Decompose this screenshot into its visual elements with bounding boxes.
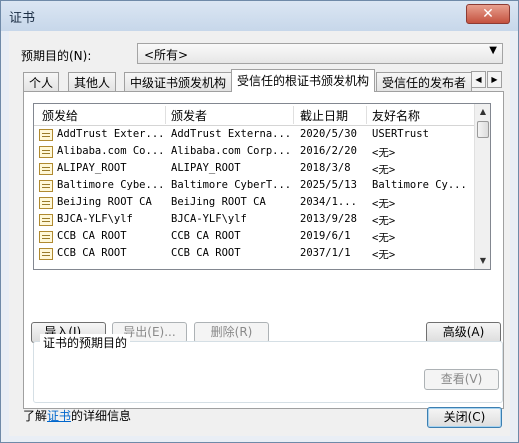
cell-issuer: ALIPAY_ROOT (171, 162, 241, 174)
certificate-icon (39, 129, 53, 141)
certificate-icon (39, 231, 53, 243)
cell-issuer: CCB CA ROOT (171, 247, 241, 259)
title-bar: 证书 ✕ (1, 1, 518, 31)
tab-other-people[interactable]: 其他人 (68, 72, 117, 91)
table-row[interactable]: AddTrust Exter... AddTrust Externa... 20… (34, 127, 474, 144)
tab-intermediate-ca[interactable]: 中级证书颁发机构 (124, 72, 233, 91)
cell-issued-to: BeiJing ROOT CA (57, 196, 152, 208)
certificate-icon (39, 248, 53, 260)
cell-issuer: BeiJing ROOT CA (171, 196, 266, 208)
scroll-up-icon[interactable]: ▲ (475, 104, 490, 120)
certificate-icon (39, 146, 53, 158)
learn-more-prefix: 了解 (23, 409, 48, 423)
cell-friendly-name: <无> (372, 198, 396, 210)
certificate-purposes-group: 证书的预期目的 查看(V) (33, 334, 503, 403)
tab-personal[interactable]: 个人 (23, 72, 60, 91)
learn-more-text: 了解证书的详细信息 (23, 407, 131, 424)
cell-friendly-name: <无> (372, 147, 396, 159)
cell-issuer: Alibaba.com Corp... (171, 145, 291, 157)
intended-purpose-dropdown[interactable]: <所有> ▼ (137, 43, 503, 64)
tab-scroll-left-icon[interactable]: ◀ (471, 71, 486, 88)
chevron-down-icon: ▼ (489, 45, 497, 56)
cell-issued-to: Baltimore Cybe... (57, 179, 165, 191)
cell-issued-to: BJCA-YLF\ylf (57, 213, 133, 225)
certificates-link[interactable]: 证书 (47, 409, 71, 423)
column-expiration[interactable]: 截止日期 (300, 107, 348, 124)
certificate-list[interactable]: 颁发给 颁发者 截止日期 友好名称 AddTrust Exter... AddT… (33, 103, 491, 270)
list-scrollbar[interactable]: ▲ ▼ (474, 104, 490, 269)
cell-issued-to: AddTrust Exter... (57, 128, 165, 140)
remove-button[interactable]: 删除(R) (194, 322, 269, 343)
scroll-down-icon[interactable]: ▼ (475, 253, 490, 269)
certificate-icon (39, 197, 53, 209)
cell-friendly-name: <无> (372, 232, 396, 244)
tab-trusted-publishers[interactable]: 受信任的发布者 (376, 72, 473, 91)
list-rows: AddTrust Exter... AddTrust Externa... 20… (34, 127, 474, 263)
certificates-dialog: 证书 ✕ 预期目的(N): <所有> ▼ 个人 其他人 中级证书颁发机构 受信任… (0, 0, 519, 443)
store-tabs: 个人 其他人 中级证书颁发机构 受信任的根证书颁发机构 受信任的发布者 ◀ ▶ (23, 69, 503, 92)
table-row[interactable]: CCB CA ROOT CCB CA ROOT 2037/1/1 <无> (34, 246, 474, 263)
cell-expiration: 2019/6/1 (300, 230, 351, 242)
advanced-button[interactable]: 高级(A) (426, 322, 501, 343)
cell-issued-to: Alibaba.com Co... (57, 145, 165, 157)
window-title: 证书 (9, 11, 36, 26)
cell-expiration: 2018/3/8 (300, 162, 351, 174)
column-issued-to[interactable]: 颁发给 (42, 107, 78, 124)
cell-friendly-name: Baltimore Cy... (372, 179, 467, 191)
table-row[interactable]: Baltimore Cybe... Baltimore CyberT... 20… (34, 178, 474, 195)
column-issuer[interactable]: 颁发者 (171, 107, 207, 124)
tab-scroll-right-icon[interactable]: ▶ (487, 71, 502, 88)
cell-issuer: Baltimore CyberT... (171, 179, 291, 191)
cell-issuer: BJCA-YLF\ylf (171, 213, 247, 225)
learn-more-suffix: 的详细信息 (71, 409, 132, 423)
window-close-button[interactable]: ✕ (466, 4, 510, 24)
cell-expiration: 2020/5/30 (300, 128, 357, 140)
table-row[interactable]: BJCA-YLF\ylf BJCA-YLF\ylf 2013/9/28 <无> (34, 212, 474, 229)
dialog-content: 预期目的(N): <所有> ▼ 个人 其他人 中级证书颁发机构 受信任的根证书颁… (9, 31, 510, 436)
tab-panel: 颁发给 颁发者 截止日期 友好名称 AddTrust Exter... AddT… (23, 91, 504, 409)
certificate-icon (39, 214, 53, 226)
table-row[interactable]: BeiJing ROOT CA BeiJing ROOT CA 2034/1..… (34, 195, 474, 212)
cell-friendly-name: <无> (372, 164, 396, 176)
cell-issuer: AddTrust Externa... (171, 128, 291, 140)
list-header: 颁发给 颁发者 截止日期 友好名称 (34, 104, 474, 126)
cell-issued-to: ALIPAY_ROOT (57, 162, 127, 174)
intended-purpose-value: <所有> (144, 48, 189, 62)
cell-expiration: 2037/1/1 (300, 247, 351, 259)
table-row[interactable]: CCB CA ROOT CCB CA ROOT 2019/6/1 <无> (34, 229, 474, 246)
certificate-purposes-label: 证书的预期目的 (40, 334, 131, 351)
certificate-icon (39, 163, 53, 175)
cell-friendly-name: USERTrust (372, 128, 429, 140)
cell-expiration: 2013/9/28 (300, 213, 357, 225)
cell-expiration: 2016/2/20 (300, 145, 357, 157)
cell-issuer: CCB CA ROOT (171, 230, 241, 242)
column-friendly-name[interactable]: 友好名称 (372, 107, 420, 124)
cell-expiration: 2025/5/13 (300, 179, 357, 191)
certificate-icon (39, 180, 53, 192)
cell-friendly-name: <无> (372, 249, 396, 261)
cell-issued-to: CCB CA ROOT (57, 247, 127, 259)
table-row[interactable]: Alibaba.com Co... Alibaba.com Corp... 20… (34, 144, 474, 161)
tab-trusted-root-ca[interactable]: 受信任的根证书颁发机构 (231, 69, 376, 92)
view-button[interactable]: 查看(V) (424, 369, 499, 390)
cell-issued-to: CCB CA ROOT (57, 230, 127, 242)
cell-expiration: 2034/1... (300, 196, 357, 208)
scroll-thumb[interactable] (477, 121, 489, 138)
intended-purpose-label: 预期目的(N): (21, 49, 92, 63)
cell-friendly-name: <无> (372, 215, 396, 227)
table-row[interactable]: ALIPAY_ROOT ALIPAY_ROOT 2018/3/8 <无> (34, 161, 474, 178)
close-button[interactable]: 关闭(C) (427, 407, 502, 428)
